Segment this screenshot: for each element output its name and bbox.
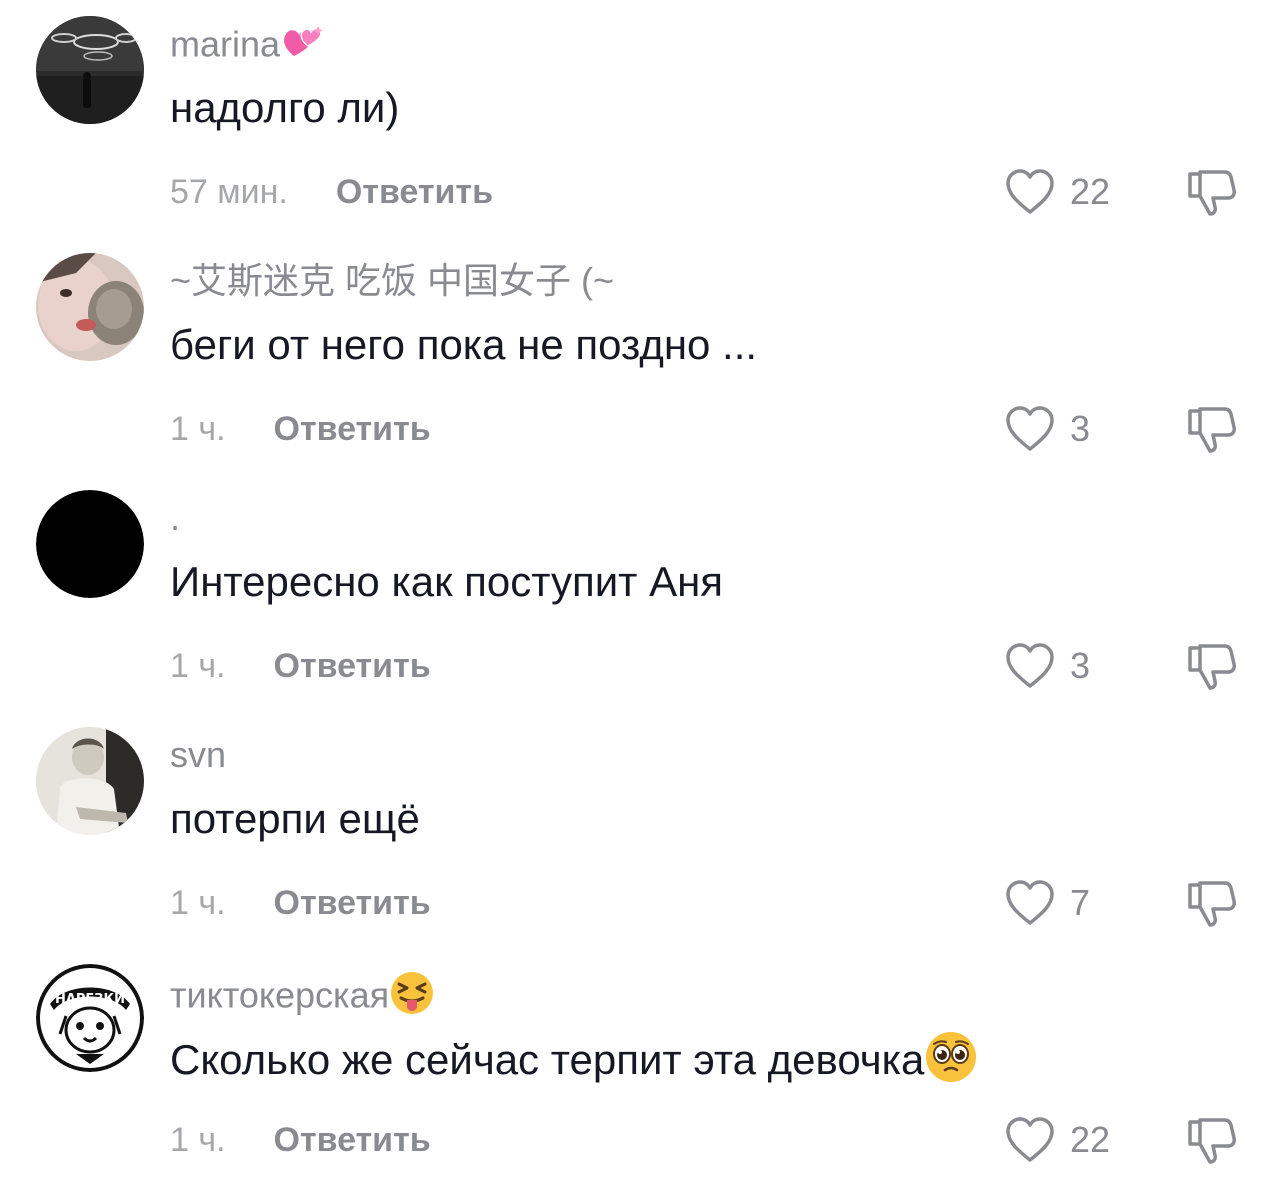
comment-meta: 1 ч. Ответить <box>170 1118 431 1162</box>
pleading-face-icon <box>924 1030 978 1096</box>
thumbs-down-icon <box>1188 644 1236 690</box>
avatar[interactable] <box>36 16 144 124</box>
comment-text-content: Сколько же сейчас терпит эта девочка <box>170 1036 925 1084</box>
avatar[interactable] <box>36 253 144 361</box>
comment-time: 1 ч. <box>170 410 226 448</box>
dislike-button[interactable] <box>1184 638 1240 694</box>
comment-text: потерпи ещё <box>170 795 420 842</box>
avatar[interactable]: НАРЕЗКИ <box>36 964 144 1072</box>
reply-button[interactable]: Ответить <box>274 410 431 448</box>
dislike-button[interactable] <box>1184 875 1240 931</box>
username[interactable]: marina <box>170 22 326 72</box>
avatar-image <box>36 253 144 361</box>
dislike-button[interactable] <box>1184 1112 1240 1168</box>
comment-meta: 1 ч. Ответить <box>170 407 431 451</box>
avatar-image <box>36 490 144 598</box>
like-count: 7 <box>1070 882 1091 923</box>
heart-icon <box>1006 406 1054 451</box>
like-button[interactable]: 22 <box>1004 166 1110 218</box>
avatar-image <box>36 16 144 124</box>
comment-time: 1 ч. <box>170 647 226 685</box>
comment-text: надолго ли) <box>170 84 400 131</box>
username[interactable]: . <box>170 496 180 540</box>
thumbs-down-icon <box>1188 407 1236 453</box>
comment-time: 1 ч. <box>170 1121 226 1159</box>
comment-item: . Интересно как поступит Аня 1 ч. Ответит… <box>0 474 1284 711</box>
comment-meta: 1 ч. Ответить <box>170 644 431 688</box>
avatar[interactable] <box>36 727 144 835</box>
reply-button[interactable]: Ответить <box>274 647 431 685</box>
heart-icon <box>1006 643 1054 688</box>
avatar[interactable] <box>36 490 144 598</box>
reply-button[interactable]: Ответить <box>336 173 493 211</box>
comment-meta: 57 мин. Ответить <box>170 170 493 214</box>
thumbs-down-icon <box>1188 170 1236 216</box>
username[interactable]: ~艾斯迷克 吃饭 中国女子 (~ <box>170 259 614 303</box>
like-count: 22 <box>1070 171 1111 212</box>
comment-text: Сколько же сейчас терпит эта девочка <box>170 1030 978 1096</box>
username-text: marina <box>170 23 281 65</box>
username-text: тиктокерская <box>170 974 390 1016</box>
like-count: 3 <box>1070 645 1091 686</box>
squinting-tongue-face-icon <box>389 970 435 1026</box>
like-count: 22 <box>1070 1119 1111 1160</box>
comment-time: 1 ч. <box>170 884 226 922</box>
sparkling-hearts-icon <box>280 22 326 72</box>
heart-icon <box>1006 1117 1054 1162</box>
dislike-button[interactable] <box>1184 164 1240 220</box>
like-button[interactable]: 7 <box>1004 877 1090 929</box>
thumbs-down-icon <box>1188 1118 1236 1164</box>
comment-time: 57 мин. <box>170 173 288 211</box>
reply-button[interactable]: Ответить <box>274 884 431 922</box>
heart-icon <box>1006 169 1054 214</box>
avatar-image <box>36 727 144 835</box>
dislike-button[interactable] <box>1184 401 1240 457</box>
avatar-logo-text: НАРЕЗКИ <box>55 992 125 1007</box>
reply-button[interactable]: Ответить <box>274 1121 431 1159</box>
comment-item: marina надолго ли) 57 мин. Ответить 22 <box>0 0 1284 237</box>
comment-meta: 1 ч. Ответить <box>170 881 431 925</box>
like-count: 3 <box>1070 408 1091 449</box>
avatar-image: НАРЕЗКИ <box>36 964 144 1072</box>
username[interactable]: svn <box>170 733 226 777</box>
like-button[interactable]: 22 <box>1004 1114 1110 1166</box>
comment-text: Интересно как поступит Аня <box>170 558 724 605</box>
comment-item: ~艾斯迷克 吃饭 中国女子 (~ беги от него пока не по… <box>0 237 1284 474</box>
username[interactable]: тиктокерская <box>170 970 435 1026</box>
comment-item: НАРЕЗКИ тиктокерская Сколько же сейчас т… <box>0 948 1284 1185</box>
like-button[interactable]: 3 <box>1004 640 1090 692</box>
thumbs-down-icon <box>1188 881 1236 927</box>
comment-text: беги от него пока не поздно ... <box>170 321 758 368</box>
like-button[interactable]: 3 <box>1004 403 1090 455</box>
heart-icon <box>1006 880 1054 925</box>
comment-item: svn потерпи ещё 1 ч. Ответить 7 <box>0 711 1284 948</box>
